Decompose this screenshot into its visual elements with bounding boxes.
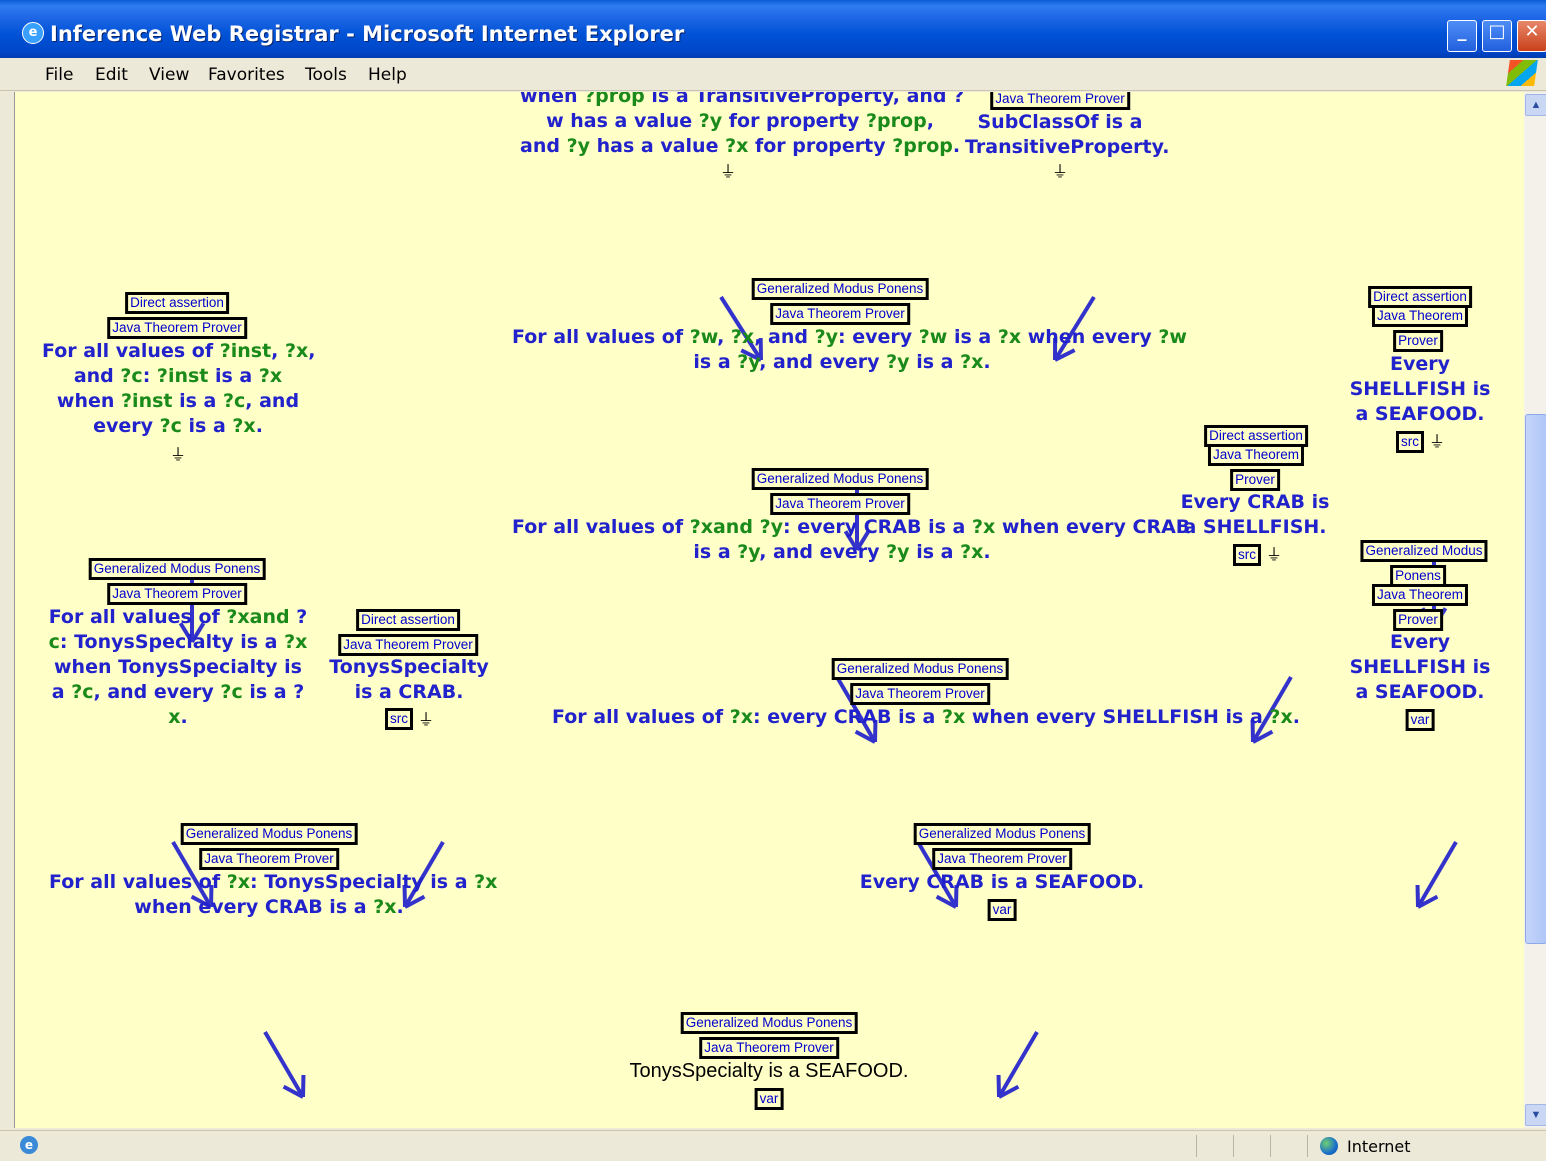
- rule-box[interactable]: Generalized Modus Ponens: [913, 823, 1091, 845]
- statement-gmp-crab-shellfish: For all values of ?x: every CRAB is a ?x…: [552, 706, 1300, 728]
- statement-shellfish-seafood: Every SHELLFISH is a SEAFOOD.: [1349, 353, 1491, 425]
- rule-box[interactable]: Generalized Modus Ponens: [180, 823, 358, 845]
- arrow-connector: [996, 1030, 1039, 1099]
- menu-tools[interactable]: Tools: [305, 65, 347, 85]
- menu-bar: File Edit View Favorites Tools Help: [0, 58, 1546, 91]
- statement-crab-seafood: Every CRAB is a SEAFOOD.: [859, 871, 1145, 893]
- scroll-down-button[interactable]: ▼: [1525, 1104, 1546, 1126]
- rule-box[interactable]: Generalized Modus Ponens: [88, 558, 266, 580]
- menu-edit[interactable]: Edit: [95, 65, 128, 85]
- menu-view[interactable]: View: [149, 65, 189, 85]
- windows-logo-icon: [1506, 60, 1538, 86]
- src-link[interactable]: src: [385, 708, 413, 730]
- rule-box[interactable]: Direct assertion: [125, 292, 229, 314]
- engine-box[interactable]: Java Theorem Prover: [932, 848, 1072, 870]
- statement-gmp-tonys-crab: For all values of ?x: TonysSpecialty is …: [49, 871, 498, 918]
- ground-icon[interactable]: ⏚: [1429, 428, 1445, 452]
- rule-box[interactable]: Generalized Modus: [1360, 540, 1488, 562]
- statement-transitive-rule: when ?prop is a TransitiveProperty, and …: [520, 92, 965, 157]
- status-bar: e Internet: [0, 1130, 1546, 1161]
- scroll-up-button[interactable]: ▲: [1525, 94, 1546, 116]
- engine-box[interactable]: Java Theorem Prover: [199, 848, 339, 870]
- maximize-button[interactable]: □: [1482, 20, 1512, 52]
- engine-box[interactable]: Java Theorem Prover: [699, 1037, 839, 1059]
- ground-icon[interactable]: ⏚: [720, 158, 736, 182]
- engine-box[interactable]: Prover: [1393, 330, 1443, 352]
- security-zone-label: Internet: [1347, 1137, 1411, 1156]
- statement-tonys-crab: TonysSpecialty is a CRAB.: [329, 656, 489, 703]
- title-bar: e Inference Web Registrar - Microsoft In…: [0, 0, 1546, 58]
- internet-zone-icon: [1320, 1137, 1338, 1155]
- statement-gmp-transitive: For all values of ?w, ?x, and ?y: every …: [512, 326, 1187, 373]
- rule-box[interactable]: Generalized Modus Ponens: [831, 658, 1009, 680]
- engine-box[interactable]: Java Theorem: [1371, 305, 1469, 327]
- statement-crab-shellfish: Every CRAB is a SHELLFISH.: [1180, 491, 1330, 538]
- proof-tree-view: when ?prop is a TransitiveProperty, and …: [14, 92, 1525, 1128]
- arrow-connector: [263, 1030, 306, 1099]
- scroll-thumb[interactable]: [1525, 414, 1546, 944]
- var-link[interactable]: var: [754, 1088, 784, 1110]
- minimize-button[interactable]: _: [1447, 20, 1477, 52]
- statement-final-conclusion: TonysSpecialty is a SEAFOOD.: [629, 1060, 909, 1082]
- status-divider: [1307, 1135, 1308, 1157]
- status-divider: [1196, 1135, 1197, 1157]
- var-link[interactable]: var: [987, 899, 1017, 921]
- rule-box[interactable]: Generalized Modus Ponens: [680, 1012, 858, 1034]
- engine-box[interactable]: Java Theorem Prover: [770, 493, 910, 515]
- statement-subclassof-transitive: SubClassOf is a TransitiveProperty.: [965, 111, 1170, 158]
- ground-icon[interactable]: ⏚: [418, 706, 434, 730]
- statement-gmp-crab: For all values of ?xand ?y: every CRAB i…: [512, 516, 1191, 563]
- engine-box[interactable]: Prover: [1230, 469, 1280, 491]
- ground-icon[interactable]: ⏚: [1052, 158, 1068, 182]
- arrow-connector: [1415, 840, 1458, 909]
- ground-icon[interactable]: ⏚: [170, 441, 186, 465]
- engine-box[interactable]: Java Theorem Prover: [107, 317, 247, 339]
- ie-logo-icon: e: [22, 22, 44, 44]
- engine-box[interactable]: Java Theorem: [1207, 444, 1305, 466]
- engine-box[interactable]: Prover: [1393, 609, 1443, 631]
- src-link[interactable]: src: [1396, 431, 1424, 453]
- close-button[interactable]: ✕: [1517, 20, 1546, 52]
- var-link[interactable]: var: [1405, 709, 1435, 731]
- engine-box[interactable]: Java Theorem Prover: [107, 583, 247, 605]
- ie-window: e Inference Web Registrar - Microsoft In…: [0, 0, 1546, 1161]
- rule-box[interactable]: Direct assertion: [356, 609, 460, 631]
- engine-box[interactable]: Java Theorem Prover: [338, 634, 478, 656]
- menu-favorites[interactable]: Favorites: [208, 65, 285, 85]
- ground-icon[interactable]: ⏚: [1266, 541, 1282, 565]
- engine-box[interactable]: Java Theorem Prover: [850, 683, 990, 705]
- engine-box[interactable]: Java Theorem Prover: [770, 303, 910, 325]
- rule-box[interactable]: Generalized Modus Ponens: [751, 468, 929, 490]
- src-link[interactable]: src: [1233, 544, 1261, 566]
- menu-help[interactable]: Help: [368, 65, 407, 85]
- engine-box[interactable]: Java Theorem: [1371, 584, 1469, 606]
- window-title: Inference Web Registrar - Microsoft Inte…: [50, 22, 685, 46]
- status-divider: [1270, 1135, 1271, 1157]
- menu-file[interactable]: File: [45, 65, 73, 85]
- engine-box[interactable]: Java Theorem Prover: [990, 92, 1130, 110]
- status-divider: [1233, 1135, 1234, 1157]
- vertical-scrollbar[interactable]: ▲ ▼: [1524, 92, 1546, 1128]
- rule-box[interactable]: Generalized Modus Ponens: [751, 278, 929, 300]
- statement-instance-rule: For all values of ?inst, ?x, and ?c: ?in…: [42, 340, 316, 437]
- statement-gmp-tonys: For all values of ?xand ? c: TonysSpecia…: [48, 606, 308, 728]
- statement-shellfish-seafood-derived: Every SHELLFISH is a SEAFOOD.: [1349, 631, 1491, 703]
- page-status-icon: e: [20, 1136, 38, 1154]
